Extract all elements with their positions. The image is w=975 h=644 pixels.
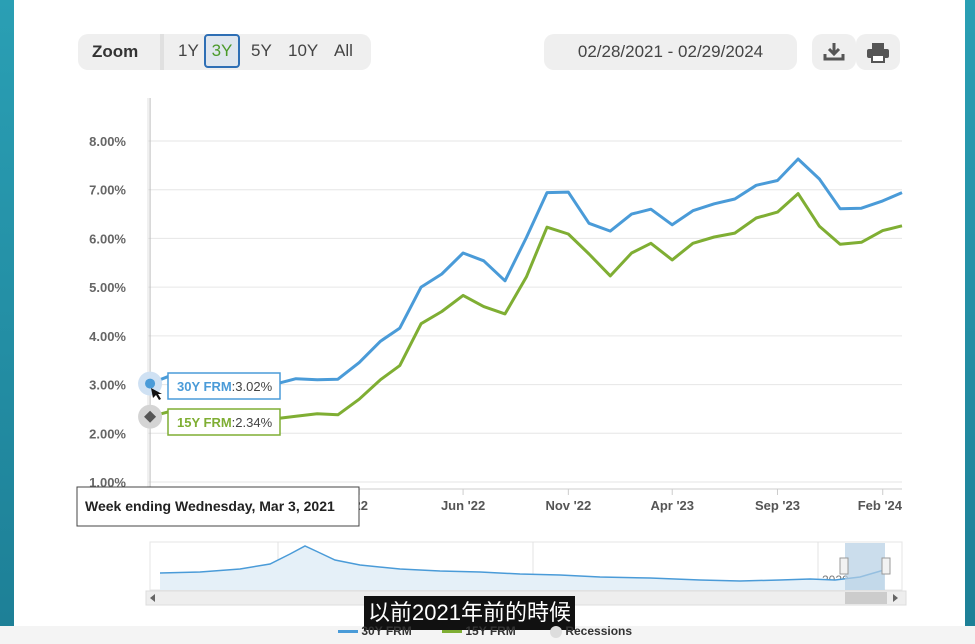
tooltip-15y-text: 15Y FRM:2.34% xyxy=(177,415,273,430)
y-tick-label: 8.00% xyxy=(89,134,126,149)
legend-recessions-swatch xyxy=(550,625,562,638)
legend-30y-label: 30Y FRM xyxy=(361,624,412,638)
legend-15y-swatch xyxy=(442,630,462,634)
chart-area: 1.00%2.00%3.00%4.00%5.00%6.00%7.00%8.00%… xyxy=(76,98,907,606)
legend-recessions[interactable]: Recessions xyxy=(550,624,632,638)
hover-point-30y xyxy=(145,378,156,389)
x-tick-label: Jun '22 xyxy=(441,498,485,513)
x-tick-label: Apr '23 xyxy=(650,498,694,513)
x-tick-label: Nov '22 xyxy=(545,498,591,513)
tooltip-30y: 30Y FRM:3.02% xyxy=(167,372,281,400)
x-tick-label: Sep '23 xyxy=(755,498,800,513)
tooltip-30y-value: :3.02% xyxy=(232,379,273,394)
navigator-left-handle xyxy=(839,557,849,575)
navigator-right-handle xyxy=(881,557,891,575)
y-tick-label: 6.00% xyxy=(89,231,126,246)
legend-recessions-label: Recessions xyxy=(565,624,633,638)
tooltip-30y-text: 30Y FRM:3.02% xyxy=(177,379,273,394)
y-tick-label: 5.00% xyxy=(89,280,126,295)
y-tick-label: 4.00% xyxy=(89,329,126,344)
tooltip-15y-series-name: 15Y FRM xyxy=(177,415,232,430)
legend-30y-swatch xyxy=(338,630,358,634)
tooltip-30y-series-name: 30Y FRM xyxy=(177,379,232,394)
tooltip-15y: 15Y FRM:2.34% xyxy=(167,408,281,436)
tooltip-15y-value: :2.34% xyxy=(232,415,273,430)
y-tick-label: 3.00% xyxy=(89,378,126,393)
legend-15y-label: 15Y FRM xyxy=(465,624,516,638)
x-tick-label: Feb '24 xyxy=(858,498,903,513)
navigator-selection-window xyxy=(845,543,885,590)
legend-15y[interactable]: 15Y FRM xyxy=(442,624,516,638)
scrollbar-thumb xyxy=(845,592,887,604)
legend-30y[interactable]: 30Y FRM xyxy=(338,624,412,638)
tooltip-date-text: Week ending Wednesday, Mar 3, 2021 xyxy=(85,498,335,514)
y-tick-label: 2.00% xyxy=(89,426,126,441)
y-tick-label: 7.00% xyxy=(89,183,126,198)
